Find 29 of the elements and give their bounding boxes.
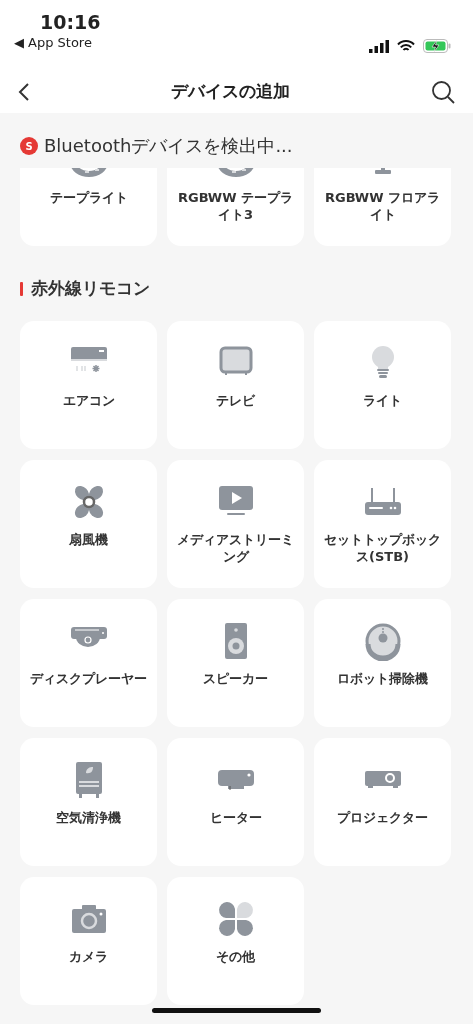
page-title: デバイスの追加	[171, 79, 290, 103]
battery-charging-icon	[423, 39, 451, 53]
device-button[interactable]: テレビ	[167, 321, 304, 449]
back-button[interactable]	[18, 81, 30, 102]
device-button[interactable]: その他	[167, 877, 304, 1005]
clock-time: 10:16	[40, 10, 101, 34]
device-button[interactable]: ロボット掃除機	[314, 599, 451, 727]
device-button[interactable]: 扇風機	[20, 460, 157, 588]
device-button[interactable]: セットトップボックス(STB)	[314, 460, 451, 588]
section-title: 赤外線リモコン	[31, 277, 150, 301]
scan-badge: S	[20, 137, 38, 155]
device-button[interactable]: メディアストリーミング	[167, 460, 304, 588]
device-button[interactable]: ディスクプレーヤー	[20, 599, 157, 727]
device-button[interactable]: エアコン	[20, 321, 157, 449]
back-arrow[interactable]: ◀	[14, 34, 24, 52]
signal-icon	[369, 39, 389, 53]
device-button[interactable]: ライト	[314, 321, 451, 449]
device-button[interactable]: テープライト	[20, 168, 157, 246]
device-button[interactable]: ヒーター	[167, 738, 304, 866]
device-button[interactable]: 空気清浄機	[20, 738, 157, 866]
device-button[interactable]: カメラ	[20, 877, 157, 1005]
device-button[interactable]: スピーカー	[167, 599, 304, 727]
device-button[interactable]: RGBWW フロアライト	[314, 168, 451, 246]
back-app-link[interactable]: App Store	[28, 34, 92, 52]
search-button[interactable]	[431, 79, 455, 104]
device-button[interactable]: プロジェクター	[314, 738, 451, 866]
device-button[interactable]: RGBWW テープライト3	[167, 168, 304, 246]
wifi-icon	[397, 39, 415, 53]
scan-status: Bluetoothデバイスを検出中...	[44, 134, 293, 158]
